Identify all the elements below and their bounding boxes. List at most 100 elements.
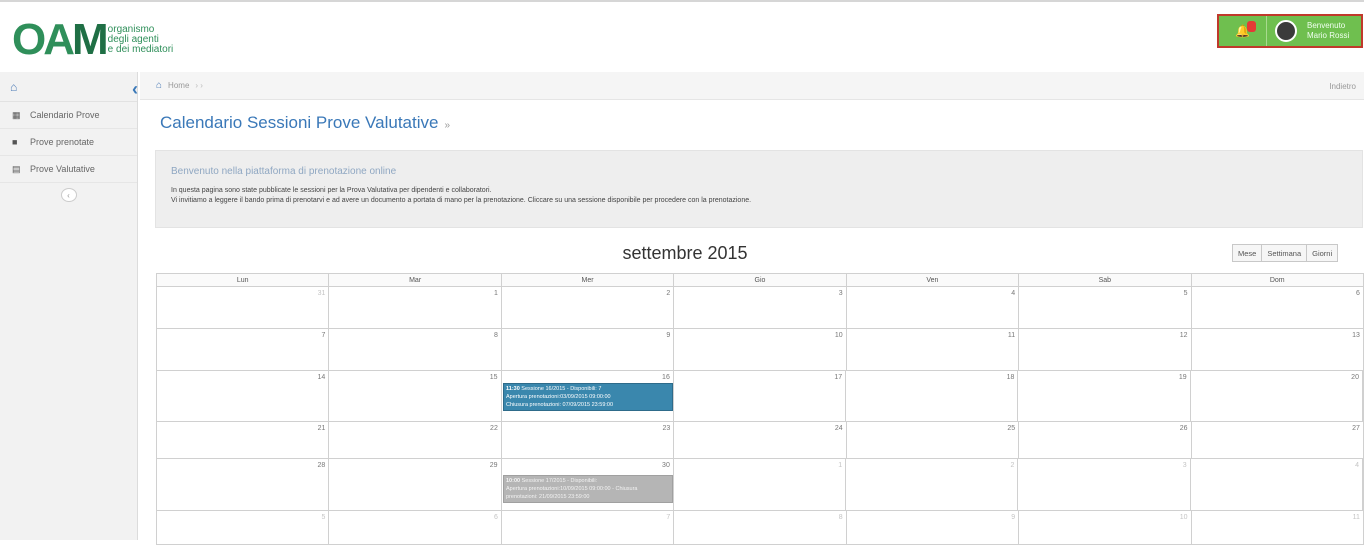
sidebar-item-prove-prenotate[interactable]: ■ Prove prenotate	[0, 129, 137, 156]
day-number: 3	[1182, 462, 1187, 469]
day-number: 13	[1352, 332, 1360, 339]
calendar-day[interactable]: 29	[329, 459, 502, 510]
calendar-day[interactable]: 28	[157, 459, 330, 510]
view-month-button[interactable]: Mese	[1232, 244, 1263, 262]
calendar-day[interactable]: 27	[1192, 422, 1363, 458]
calendar-day[interactable]: 26	[1019, 422, 1192, 458]
calendar-event[interactable]: 11:30 Sessione 16/2015 - Disponibili: 7 A…	[503, 383, 673, 411]
calendar-day[interactable]: 6	[329, 511, 502, 544]
calendar-day[interactable]: 7	[502, 511, 675, 544]
calendar-day[interactable]: 10	[674, 329, 847, 370]
calendar-day[interactable]: 31	[157, 287, 330, 328]
calendar-day[interactable]: 11	[1192, 511, 1363, 544]
calendar-day[interactable]: 3	[1018, 459, 1191, 510]
calendar-day[interactable]: 20	[1191, 371, 1363, 421]
chevron-left-icon: ‹	[60, 188, 77, 202]
calendar-day[interactable]: 4	[1191, 459, 1363, 510]
weekday-header: Mar	[329, 274, 502, 286]
back-link[interactable]: Indietro	[1329, 82, 1356, 91]
weekday-header: Lun	[157, 274, 330, 286]
oam-logo[interactable]: OAM organismo degli agenti e dei mediato…	[12, 15, 174, 64]
day-number: 24	[834, 425, 843, 432]
sidebar-item-label: Prove prenotate	[30, 137, 95, 147]
calendar-day[interactable]: 10	[1019, 511, 1192, 544]
user-name: Mario Rossi	[1307, 31, 1350, 40]
calendar-day[interactable]: 9	[847, 511, 1020, 544]
list-icon: ▤	[12, 163, 21, 174]
breadcrumb-home[interactable]: Home	[168, 81, 189, 90]
sidebar-home[interactable]: ⌂	[0, 72, 137, 102]
calendar-day[interactable]: 18	[846, 371, 1019, 421]
day-number: 14	[317, 374, 326, 381]
calendar-day[interactable]: 24	[674, 422, 847, 458]
day-number: 11	[1352, 514, 1360, 521]
day-number: 2	[666, 290, 671, 297]
avatar[interactable]	[1275, 20, 1297, 42]
calendar-day[interactable]: 5	[1019, 287, 1192, 328]
calendar-day[interactable]: 15	[329, 371, 502, 421]
weekday-header: Ven	[847, 274, 1020, 286]
logo-text: organismo degli agenti e dei mediatori	[108, 25, 174, 55]
sidebar-item-calendario-prove[interactable]: ▦ Calendario Prove	[0, 102, 137, 129]
breadcrumb: ⌂ Home › › Indietro	[140, 72, 1364, 100]
calendar-day[interactable]: 11	[847, 329, 1020, 370]
title-arrow-icon: »	[444, 120, 451, 131]
event-text-2: Apertura prenotazioni:10/09/2015 09:00:0…	[506, 486, 638, 492]
calendar-day[interactable]: 4	[847, 287, 1020, 328]
view-day-button[interactable]: Giorni	[1307, 244, 1339, 262]
calendar-header: Lun Mar Mer Gio Ven Sab Dom	[156, 273, 1364, 287]
notification-badge	[1247, 21, 1256, 32]
calendar-day[interactable]: 6	[1192, 287, 1363, 328]
day-number: 8	[493, 332, 498, 339]
weekday-header: Dom	[1269, 277, 1285, 284]
calendar-day[interactable]: 8	[329, 329, 502, 370]
calendar-day[interactable]: 22	[329, 422, 502, 458]
calendar-day[interactable]: 1	[674, 459, 847, 510]
calendar-day[interactable]: 21	[157, 422, 330, 458]
sidebar-item-prove-valutative[interactable]: ▤ Prove Valutative	[0, 156, 137, 183]
calendar-day[interactable]: 19	[1018, 371, 1191, 421]
day-number: 3	[838, 290, 843, 297]
day-number: 9	[666, 332, 671, 339]
logo-mark: OAM	[12, 15, 109, 64]
sidebar-collapse[interactable]: ‹	[0, 183, 137, 207]
user-menu[interactable]: 🔔 Benvenuto Mario Rossi	[1217, 14, 1363, 48]
calendar-day[interactable]: 3	[674, 287, 847, 328]
day-number: 4	[1355, 462, 1359, 469]
calendar-day[interactable]: 12	[1019, 329, 1192, 370]
calendar-day[interactable]: 7	[157, 329, 330, 370]
calendar-day[interactable]: 9	[502, 329, 675, 370]
calendar-day[interactable]: 25	[847, 422, 1020, 458]
calendar-day[interactable]: 23	[502, 422, 675, 458]
calendar-event[interactable]: 10:00 Sessione 17/2015 - Disponibili: Ape…	[503, 475, 673, 503]
user-info[interactable]: Benvenuto Mario Rossi	[1307, 21, 1349, 41]
sidebar-item-label: Calendario Prove	[30, 110, 100, 120]
day-number: 16	[662, 374, 670, 381]
sidebar-item-label: Prove Valutative	[30, 164, 95, 174]
event-text-3: prenotazioni: 21/09/2015 23:59:00	[506, 494, 590, 500]
calendar-week: 28 29 30 1 2 3 4 10:00 Sessione 17/2015 - Dispo…	[156, 459, 1364, 511]
sidebar: ⌂ ▦ Calendario Prove ■ Prove prenotate ▤…	[0, 72, 138, 540]
view-week-button[interactable]: Settimana	[1262, 244, 1308, 262]
welcome-line-1: In questa pagina sono state pubblicate l…	[171, 187, 492, 194]
calendar-day[interactable]: 5	[157, 511, 330, 544]
breadcrumb-separator: › ›	[195, 81, 203, 90]
notifications-button[interactable]: 🔔	[1219, 16, 1267, 46]
welcome-line-2: Vi invitiamo a leggere il bando prima di…	[171, 197, 752, 204]
calendar-day[interactable]: 17	[674, 371, 847, 421]
day-number: 11	[1007, 332, 1016, 339]
day-number: 9	[1011, 514, 1016, 521]
calendar-day[interactable]: 1	[329, 287, 502, 328]
event-text-1: Sessione 17/2015 - Disponibili:	[521, 478, 598, 484]
day-number: 1	[493, 290, 498, 297]
welcome-title: Benvenuto nella piattaforma di prenotazi…	[171, 166, 397, 177]
calendar-day[interactable]: 8	[674, 511, 847, 544]
calendar-day[interactable]: 14	[157, 371, 330, 421]
calendar-day[interactable]: 2	[846, 459, 1019, 510]
calendar-view-switch: Mese Settimana Giorni	[1232, 244, 1339, 262]
welcome-panel: Benvenuto nella piattaforma di prenotazi…	[155, 150, 1363, 228]
calendar-day[interactable]: 13	[1192, 329, 1363, 370]
day-number: 22	[490, 425, 498, 432]
home-icon[interactable]: ⌂	[156, 80, 162, 91]
calendar-day[interactable]: 2	[502, 287, 675, 328]
